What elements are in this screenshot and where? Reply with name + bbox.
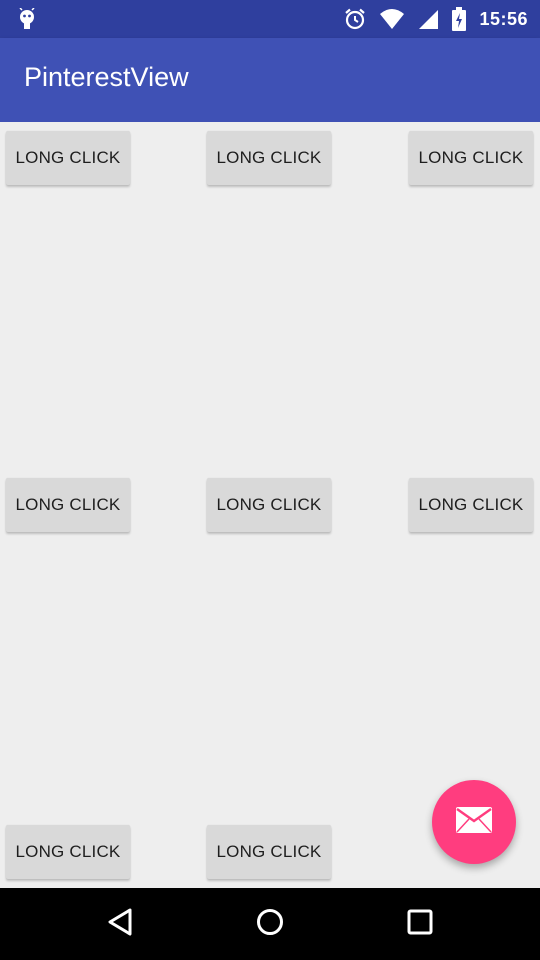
clock-time: 15:56 [479,8,528,29]
signal-icon [417,8,439,30]
long-click-button[interactable]: LONG CLICK [409,478,533,532]
back-icon [106,907,134,941]
home-button[interactable] [250,904,290,944]
recents-icon [406,908,434,940]
long-click-button[interactable]: LONG CLICK [207,131,331,185]
long-click-button[interactable]: LONG CLICK [207,478,331,532]
android-debug-icon [16,8,38,30]
recents-button[interactable] [400,904,440,944]
navigation-bar [0,888,540,960]
wifi-icon [379,8,405,30]
email-icon [455,806,493,838]
home-icon [255,907,285,941]
content-area: LONG CLICK LONG CLICK LONG CLICK LONG CL… [0,122,540,888]
fab-email-button[interactable] [432,780,516,864]
app-bar: PinterestView [0,38,540,122]
long-click-button[interactable]: LONG CLICK [207,825,331,879]
long-click-button[interactable]: LONG CLICK [409,131,533,185]
long-click-button[interactable]: LONG CLICK [6,131,130,185]
alarm-icon [343,7,367,31]
status-bar: 15:56 [0,0,540,38]
app-title: PinterestView [24,62,189,92]
back-button[interactable] [100,904,140,944]
battery-icon [451,7,467,31]
long-click-button[interactable]: LONG CLICK [6,825,130,879]
long-click-button[interactable]: LONG CLICK [6,478,130,532]
